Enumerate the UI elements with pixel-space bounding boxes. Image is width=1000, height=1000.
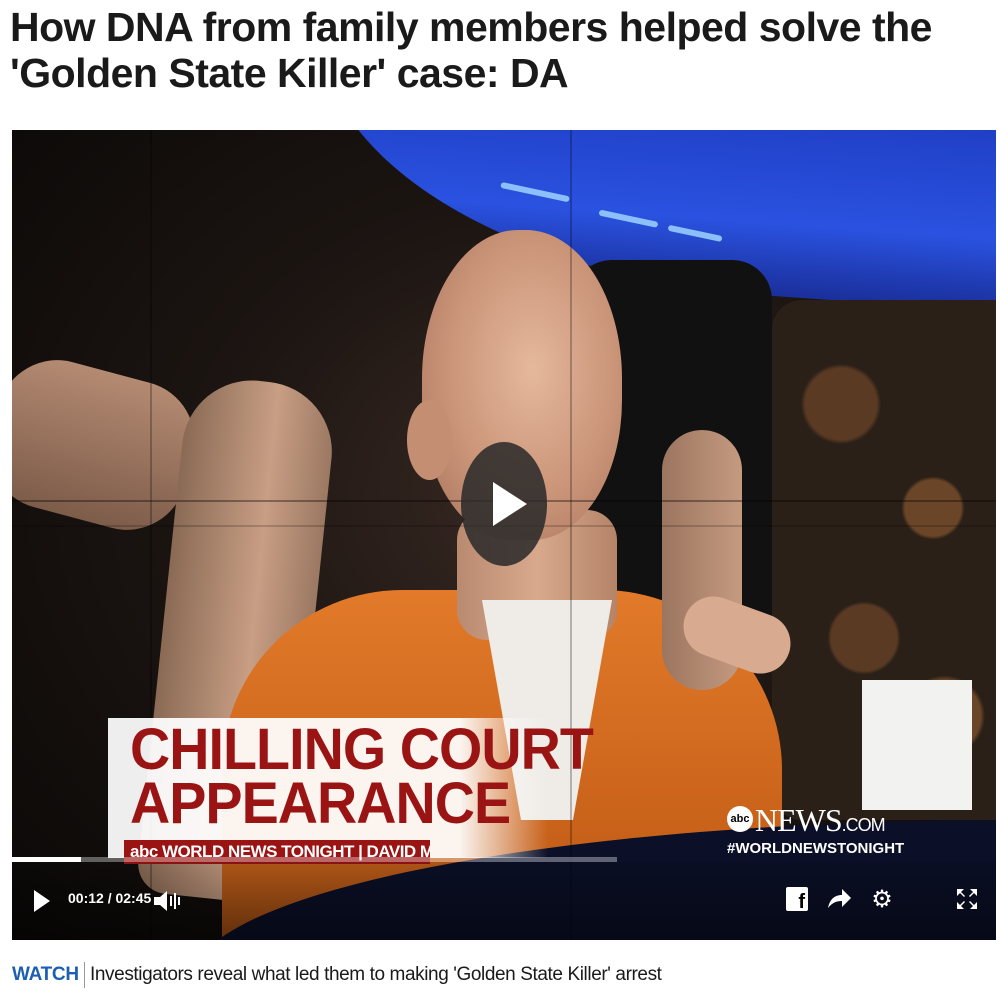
man-ear: [407, 400, 452, 480]
abc-logo-circle: abc: [727, 806, 753, 832]
hashtag: #WORLDNEWSTONIGHT: [727, 840, 905, 857]
control-bar: 00:12 / 02:45 f ⚙: [12, 862, 996, 940]
dotcom-word: .COM: [841, 815, 886, 835]
time-display: 00:12 / 02:45: [68, 890, 152, 906]
lower-third-line2: APPEARANCE: [130, 771, 511, 836]
volume-icon[interactable]: [152, 888, 182, 914]
abc-news-wordmark: NEWS.COM: [755, 802, 886, 839]
play-icon[interactable]: [34, 890, 50, 912]
fullscreen-glyph: [957, 889, 977, 909]
news-word: NEWS: [755, 802, 843, 838]
volume-glyph: [154, 891, 180, 911]
share-arrow-icon[interactable]: [824, 884, 854, 914]
caption-divider: [84, 962, 85, 988]
facebook-icon[interactable]: f: [782, 884, 812, 914]
lower-third-line1: CHILLING COURT: [130, 717, 594, 782]
article-headline: How DNA from family members helped solve…: [10, 4, 932, 96]
gear-icon[interactable]: ⚙: [867, 884, 897, 914]
abc-news-logo: abc NEWS.COM #WORLDNEWSTONIGHT: [727, 802, 904, 862]
fullscreen-icon[interactable]: [952, 884, 982, 914]
share-glyph: [828, 889, 851, 908]
video-caption[interactable]: WATCH Investigators reveal what led them…: [12, 960, 992, 990]
big-play-button[interactable]: [461, 442, 547, 566]
caption-text[interactable]: Investigators reveal what led them to ma…: [90, 960, 662, 990]
watch-label[interactable]: WATCH: [12, 960, 79, 990]
screen-seam: [570, 130, 572, 940]
video-player[interactable]: CHILLING COURT APPEARANCE abc WORLD NEWS…: [12, 130, 996, 940]
paper-sheet: [862, 680, 972, 810]
